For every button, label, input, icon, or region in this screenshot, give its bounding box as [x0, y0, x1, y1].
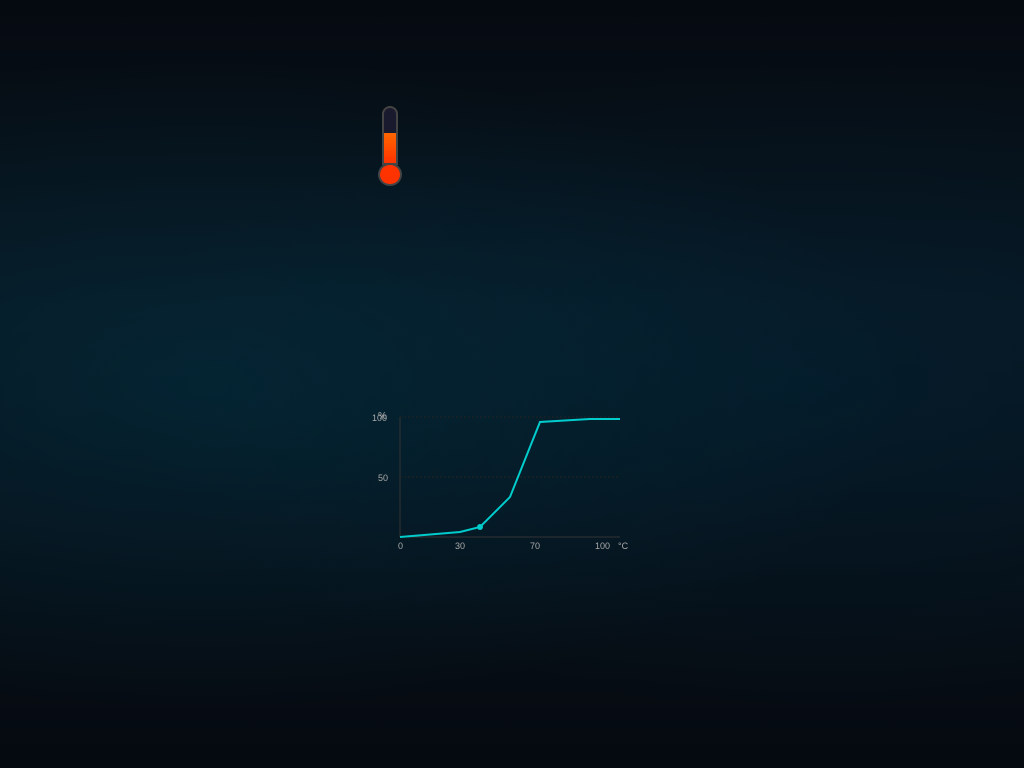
svg-text:0: 0	[398, 541, 403, 551]
therm-bulb	[378, 163, 402, 186]
fan-chart-svg: % 100 50 0 30 70	[370, 407, 630, 557]
therm-fill	[384, 133, 396, 163]
svg-text:100: 100	[372, 413, 387, 423]
cpu-fan-chart: % 100 50 0 30 70	[370, 407, 721, 567]
svg-text:30: 30	[455, 541, 465, 551]
svg-text:°C: °C	[618, 541, 629, 551]
therm-tube	[382, 106, 398, 165]
thermometer	[370, 106, 410, 186]
svg-text:50: 50	[378, 473, 388, 483]
svg-text:100: 100	[595, 541, 610, 551]
svg-text:70: 70	[530, 541, 540, 551]
